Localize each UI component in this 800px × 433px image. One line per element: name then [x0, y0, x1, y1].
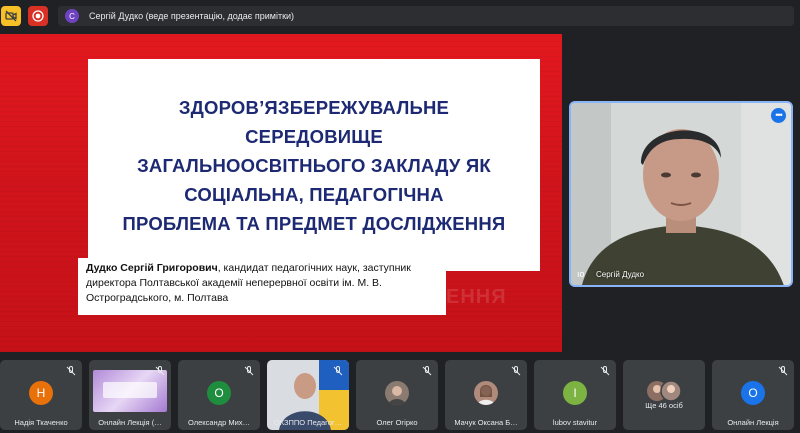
slide-title: ЗДОРОВ’ЯЗБЕРЕЖУВАЛЬНЕ СЕРЕДОВИЩЕ ЗАГАЛЬН…: [122, 96, 506, 234]
participant-tile[interactable]: I lubov stavitur: [534, 360, 616, 430]
more-participants-tile[interactable]: Ще 46 осіб: [623, 360, 705, 430]
speaker-video-tile[interactable]: ••• ıo Сергій Дудко: [569, 101, 793, 287]
mic-off-icon: [333, 366, 343, 376]
participant-name: Мачук Оксана Б…: [454, 418, 518, 427]
speaker-name: Сергій Дудко: [596, 270, 645, 279]
participant-name: Надія Ткаченко: [14, 418, 68, 427]
record-icon: [32, 10, 44, 22]
participant-name: ОКЗППО Педагог…: [273, 418, 343, 427]
participant-tile[interactable]: ОКЗППО Педагог…: [267, 360, 349, 430]
participant-avatar: Н: [29, 381, 53, 405]
author-name: Дудко Сергій Григорович: [86, 262, 218, 274]
participant-avatar: О: [741, 381, 765, 405]
participant-avatar-photo: [474, 381, 498, 405]
participant-tile[interactable]: Онлайн Лекція (…: [89, 360, 171, 430]
participant-tile[interactable]: Н Надія Ткаченко: [0, 360, 82, 430]
participant-name: Онлайн Лекція (…: [98, 418, 162, 427]
participant-name: Олександр Мих…: [187, 418, 251, 427]
participant-avatar: I: [563, 381, 587, 405]
participant-avatar: О: [207, 381, 231, 405]
presenter-banner[interactable]: С Сергій Дудко (веде презентацію, додає …: [58, 6, 794, 26]
mic-off-icon: [244, 366, 254, 376]
mic-off-icon: [600, 366, 610, 376]
camera-off-button[interactable]: [1, 6, 21, 26]
slide-author-box: Дудко Сергій Григорович, кандидат педаго…: [78, 258, 446, 315]
participant-tile[interactable]: Олег Огірко: [356, 360, 438, 430]
presenter-avatar: С: [65, 9, 79, 23]
mic-off-icon: [778, 366, 788, 376]
participant-tile[interactable]: О Олександр Мих…: [178, 360, 260, 430]
mic-off-icon: [422, 366, 432, 376]
mic-off-icon: [66, 366, 76, 376]
presenter-status-text: Сергій Дудко (веде презентацію, додає пр…: [89, 11, 295, 21]
top-bar: С Сергій Дудко (веде презентацію, додає …: [0, 0, 800, 32]
recording-button[interactable]: [28, 6, 48, 26]
speaker-video: [571, 103, 791, 285]
participant-tile[interactable]: О Онлайн Лекція: [712, 360, 794, 430]
participant-tile[interactable]: Мачук Оксана Б…: [445, 360, 527, 430]
camera-off-icon: [5, 10, 17, 22]
slide-watermark: ЕННЯ: [446, 286, 507, 308]
participant-name: lubov stavitur: [552, 418, 598, 427]
participant-name: Онлайн Лекція: [727, 418, 779, 427]
audio-indicator-icon: ıo: [577, 269, 585, 279]
participant-avatar-photo: [385, 381, 409, 405]
slide-title-box: ЗДОРОВ’ЯЗБЕРЕЖУВАЛЬНЕ СЕРЕДОВИЩЕ ЗАГАЛЬН…: [88, 59, 540, 271]
more-options-icon[interactable]: •••: [771, 108, 786, 123]
more-participants-label: Ще 46 осіб: [645, 401, 683, 410]
participant-name: Олег Огірко: [376, 418, 418, 427]
mic-off-icon: [155, 366, 165, 376]
mic-off-icon: [511, 366, 521, 376]
presentation-slide[interactable]: ЗДОРОВ’ЯЗБЕРЕЖУВАЛЬНЕ СЕРЕДОВИЩЕ ЗАГАЛЬН…: [0, 34, 562, 352]
